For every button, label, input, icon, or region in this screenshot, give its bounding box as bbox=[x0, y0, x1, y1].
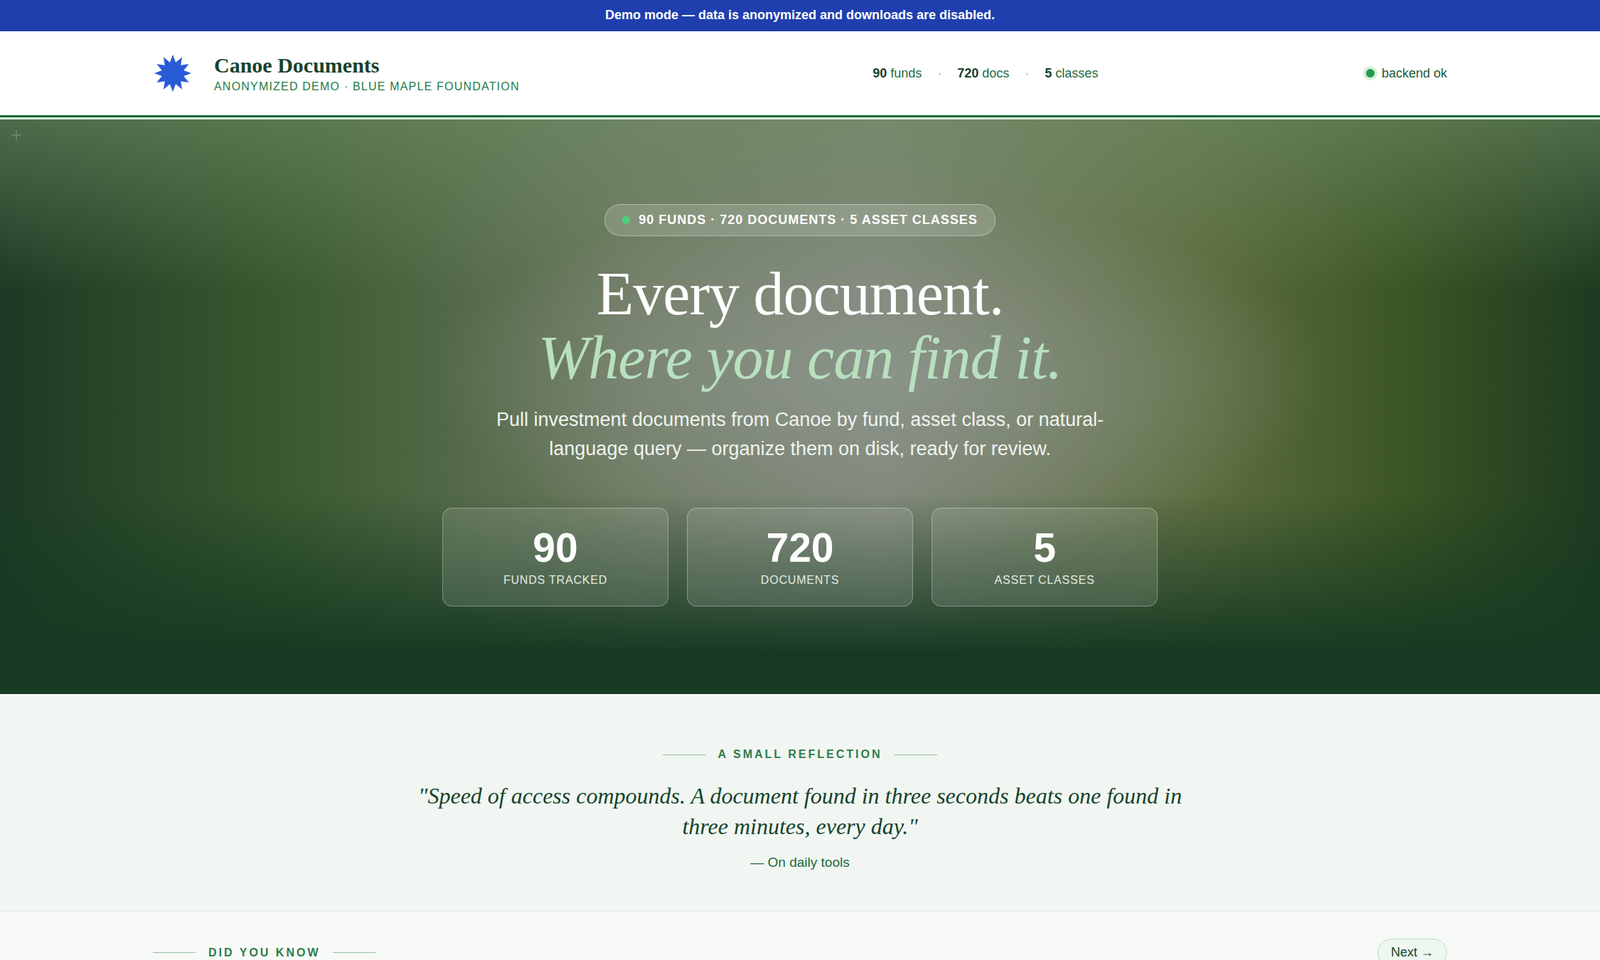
did-you-know-label: DID YOU KNOW bbox=[152, 946, 376, 960]
reflection: A SMALL REFLECTION "Speed of access compo… bbox=[0, 694, 1600, 912]
app-title: Canoe Documents bbox=[214, 53, 520, 78]
reflection-attribution: — On daily tools bbox=[750, 854, 850, 871]
hero-description: Pull investment documents from Canoe by … bbox=[465, 405, 1135, 464]
separator: · bbox=[937, 66, 942, 82]
page: Demo mode — data is anonymized and downl… bbox=[0, 0, 1600, 960]
status-dot-icon bbox=[1366, 68, 1375, 78]
header-stat: 720 docs bbox=[957, 66, 1010, 82]
reflection-label: A SMALL REFLECTION bbox=[662, 748, 938, 761]
hero-headline: Every document.Where you can find it. bbox=[538, 261, 1063, 390]
header-stat: 5 classes bbox=[1044, 66, 1098, 82]
stat-card: 90FUNDS TRACKED bbox=[442, 507, 669, 607]
stat-card: 720DOCUMENTS bbox=[686, 507, 914, 607]
stat-cards: 90FUNDS TRACKED720DOCUMENTS5ASSET CLASSE… bbox=[442, 507, 1158, 607]
star-logo-icon bbox=[152, 50, 193, 96]
badge-dot-icon bbox=[622, 216, 631, 224]
app-subtitle: ANONYMIZED DEMO · BLUE MAPLE FOUNDATION bbox=[214, 80, 520, 94]
header-stats: 90 funds · 720 docs · 5 classes bbox=[872, 66, 1098, 82]
next-button[interactable]: Next → bbox=[1377, 938, 1448, 960]
header: Canoe Documents ANONYMIZED DEMO · BLUE MA… bbox=[0, 31, 1600, 116]
did-you-know: DID YOU KNOW Next → bbox=[0, 911, 1600, 960]
stat-card: 5ASSET CLASSES bbox=[931, 507, 1158, 607]
demo-banner: Demo mode — data is anonymized and downl… bbox=[0, 0, 1600, 32]
hero-badge: 90 FUNDS · 720 DOCUMENTS · 5 ASSET CLASS… bbox=[604, 204, 995, 237]
reflection-quote: "Speed of access compounds. A document f… bbox=[405, 780, 1195, 842]
backend-status: backend ok bbox=[1366, 66, 1448, 82]
hero: 90 FUNDS · 720 DOCUMENTS · 5 ASSET CLASS… bbox=[0, 119, 1600, 695]
separator: · bbox=[1024, 66, 1029, 82]
brand[interactable]: Canoe Documents ANONYMIZED DEMO · BLUE MA… bbox=[152, 50, 520, 96]
header-stat: 90 funds bbox=[872, 66, 922, 82]
